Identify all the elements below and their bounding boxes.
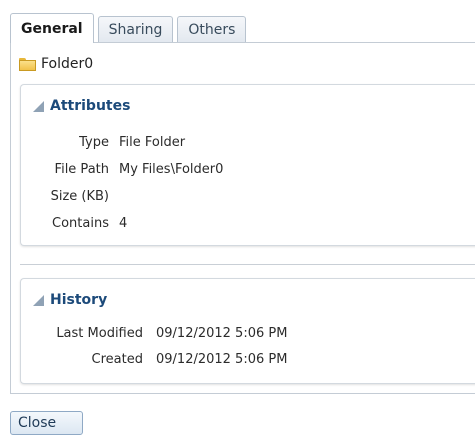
disclosure-triangle-icon[interactable] — [33, 100, 44, 112]
disclosure-triangle-icon[interactable] — [33, 294, 44, 306]
tab-bar: General Sharing Others — [10, 13, 250, 43]
attributes-section: Attributes Type File Folder File Path My… — [20, 84, 475, 246]
file-path-value: My Files\Folder0 — [119, 162, 224, 177]
folder-name: Folder0 — [41, 56, 94, 72]
tab-general[interactable]: General — [10, 13, 94, 43]
type-label: Type — [79, 135, 109, 150]
contains-value: 4 — [119, 216, 128, 231]
type-value: File Folder — [119, 135, 186, 150]
folder-icon — [19, 57, 36, 71]
last-modified-value: 09/12/2012 5:06 PM — [156, 326, 288, 341]
created-label: Created — [91, 352, 143, 367]
history-section: History Last Modified 09/12/2012 5:06 PM… — [20, 278, 475, 384]
attributes-header[interactable]: Attributes — [33, 98, 130, 114]
file-path-label: File Path — [54, 162, 109, 177]
attributes-title: Attributes — [50, 98, 131, 114]
last-modified-label: Last Modified — [56, 326, 143, 341]
history-title: History — [50, 292, 108, 308]
contains-label: Contains — [52, 216, 109, 231]
size-label: Size (KB) — [50, 189, 109, 204]
tab-others[interactable]: Others — [177, 16, 247, 43]
created-value: 09/12/2012 5:06 PM — [156, 352, 288, 367]
folder-header: Folder0 — [19, 56, 93, 72]
history-header[interactable]: History — [33, 292, 107, 308]
tab-sharing[interactable]: Sharing — [97, 16, 174, 43]
section-divider — [20, 264, 475, 265]
close-button[interactable]: Close — [10, 411, 83, 435]
